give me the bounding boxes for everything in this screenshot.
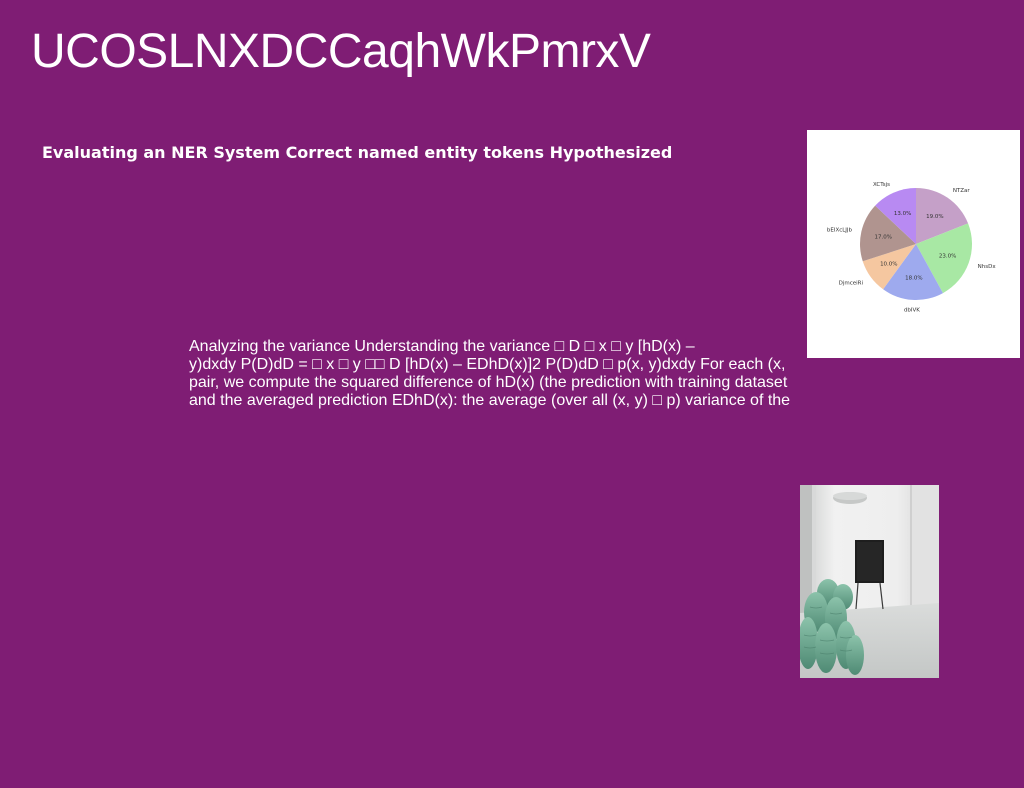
room-photo-image (800, 485, 939, 678)
pie-chart: 19.0% NTZar 23.0% NhsDx 18.0% dbIVK 10.0% Djmce… (807, 130, 1020, 358)
pie-chart-svg: 19.0% NTZar 23.0% NhsDx 18.0% dbIVK 10.0% Djmce… (827, 182, 997, 314)
room-photo (800, 485, 939, 678)
slide-title: UCOSLNXDCCaqhWkPmrxV (31, 25, 651, 78)
pie-category-label: dbIVK (904, 307, 920, 313)
body-line: and the averaged prediction EDhD(x): the… (189, 392, 791, 409)
pie-category-label: DjmceiRi (839, 281, 864, 287)
pie-pct-label: 13.0% (894, 211, 911, 217)
pie-pct-label: 19.0% (926, 214, 943, 220)
pie-pct-label: 23.0% (939, 253, 956, 259)
body-paragraph: Analyzing the variance Understanding the… (189, 338, 791, 410)
pie-category-label: NhsDx (978, 264, 997, 270)
body-line: pair, we compute the squared difference … (189, 374, 788, 391)
pie-category-label: NTZar (953, 188, 971, 194)
body-line: y)dxdy P(D)dD = □ x □ y □□ D [hD(x) – ED… (189, 356, 786, 373)
pie-pct-label: 10.0% (880, 262, 897, 268)
pie-category-label: bEIXcLJJb (827, 228, 853, 234)
section-heading: Evaluating an NER System Correct named e… (42, 143, 673, 162)
pie-category-label: XCTsjs (873, 182, 890, 188)
body-line: Analyzing the variance Understanding the… (189, 338, 695, 355)
pie-pct-label: 17.0% (874, 235, 891, 241)
pie-pct-label: 18.0% (905, 276, 922, 282)
